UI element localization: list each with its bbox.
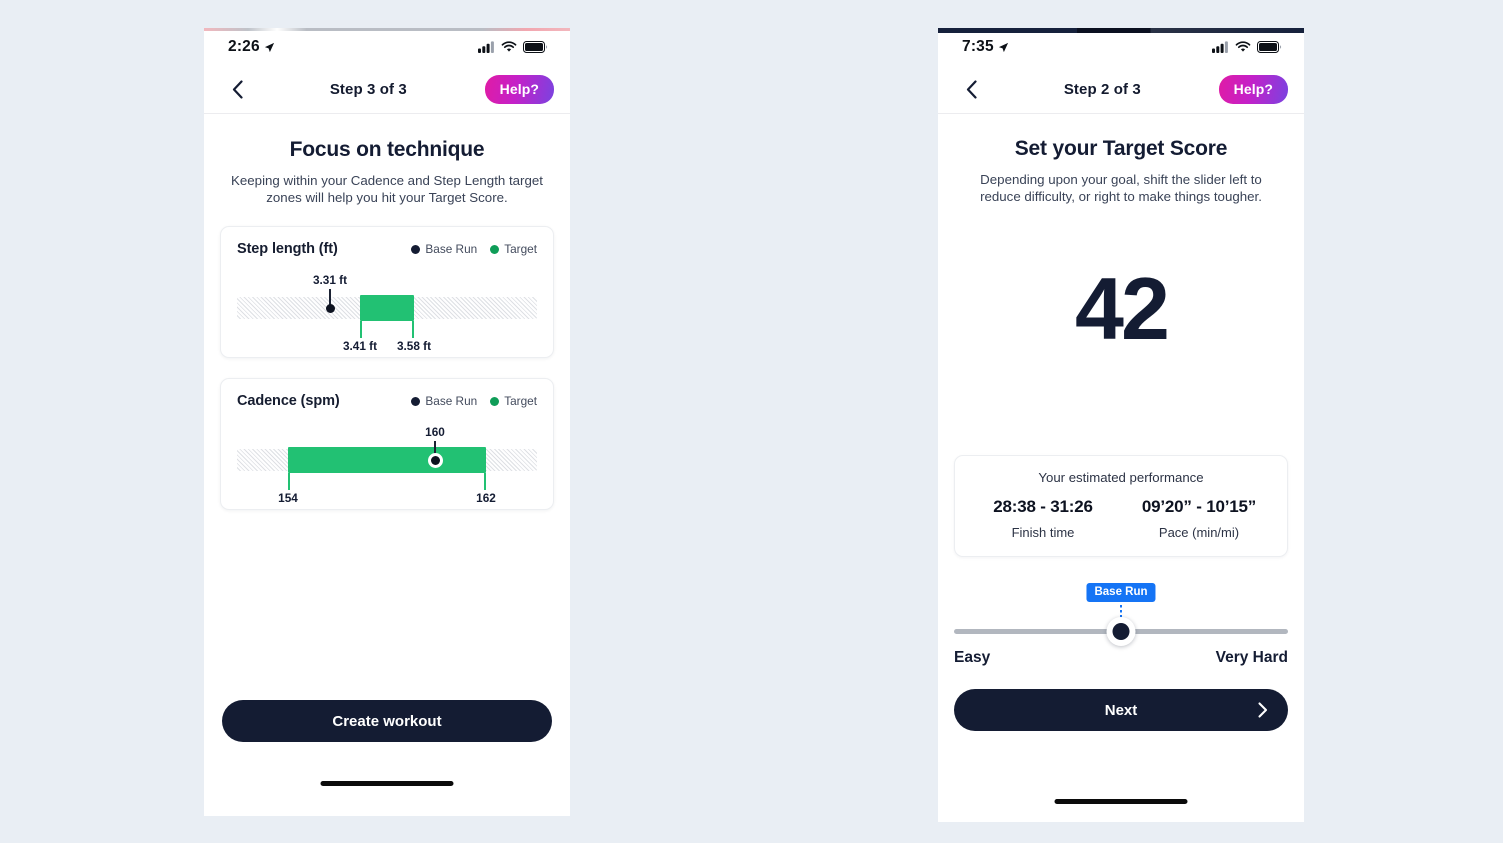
back-button[interactable] bbox=[956, 75, 986, 105]
chevron-left-icon bbox=[232, 80, 243, 99]
page-subtitle: Depending upon your goal, shift the slid… bbox=[980, 172, 1262, 204]
pace-label: Pace (min/mi) bbox=[1158, 525, 1240, 540]
nav-bar: Step 2 of 3 Help? bbox=[938, 66, 1304, 114]
pace-column: 09’20” - 10’15” Pace (min/mi) bbox=[1121, 497, 1277, 540]
target-range-leg-high bbox=[411, 321, 414, 338]
status-bar-right bbox=[1212, 41, 1282, 53]
help-button[interactable]: Help? bbox=[484, 75, 554, 104]
screen-content: Set your Target Score Depending upon you… bbox=[938, 137, 1304, 731]
status-bar-left: 2:26 bbox=[228, 38, 275, 56]
difficulty-slider[interactable]: Base Run bbox=[954, 583, 1288, 651]
step-length-gauge: 3.31 ft 3.41 ft 3.58 ft bbox=[237, 273, 537, 353]
back-button[interactable] bbox=[222, 75, 252, 105]
phone-screen-step-2: 7:35 Step 2 of 3 Help? Set your Target S… bbox=[938, 28, 1304, 822]
step-indicator: Step 3 of 3 bbox=[329, 81, 407, 98]
target-range-bar bbox=[288, 447, 486, 473]
status-bar: 2:26 bbox=[204, 28, 570, 66]
wifi-icon bbox=[1235, 41, 1251, 52]
page-title: Focus on technique bbox=[289, 138, 485, 161]
home-indicator bbox=[1054, 799, 1188, 804]
target-range-leg-low bbox=[288, 473, 290, 490]
cadence-gauge: 160 154 162 bbox=[237, 425, 537, 505]
legend-item-target: Target bbox=[490, 242, 537, 256]
metric-header: Cadence (spm) Base Run Target bbox=[237, 393, 537, 409]
chevron-left-icon bbox=[966, 80, 977, 99]
screen-content: Focus on technique Keeping within your C… bbox=[204, 138, 570, 510]
target-score-display: 42 bbox=[954, 265, 1288, 353]
step-indicator: Step 2 of 3 bbox=[1063, 81, 1141, 98]
legend-label-base-run: Base Run bbox=[425, 242, 478, 256]
legend-dot-base-run bbox=[411, 396, 421, 406]
base-run-marker bbox=[430, 456, 440, 465]
legend-item-base-run: Base Run bbox=[411, 242, 477, 256]
legend-label-target: Target bbox=[504, 394, 537, 408]
phone-screen-step-3: 2:26 Step 3 of 3 Help? Focus on techniqu… bbox=[204, 28, 570, 816]
legend-dot-target bbox=[490, 244, 500, 254]
nav-bar: Step 3 of 3 Help? bbox=[204, 66, 570, 114]
slider-end-labels: Easy Very Hard bbox=[954, 649, 1288, 667]
location-arrow-icon bbox=[998, 42, 1008, 52]
legend-item-target: Target bbox=[490, 394, 537, 408]
slider-thumb[interactable] bbox=[1106, 617, 1136, 646]
finish-time-label: Finish time bbox=[1011, 525, 1075, 540]
pace-value: 09’20” - 10’15” bbox=[1141, 497, 1257, 516]
target-score-value: 42 bbox=[1075, 259, 1170, 358]
page-subtitle: Keeping within your Cadence and Step Len… bbox=[231, 173, 543, 205]
metric-title: Cadence (spm) bbox=[237, 393, 340, 409]
metric-title: Step length (ft) bbox=[237, 241, 338, 257]
create-workout-button[interactable]: Create workout bbox=[222, 700, 552, 742]
base-run-badge: Base Run bbox=[1086, 583, 1156, 602]
next-label: Next bbox=[1104, 701, 1138, 719]
legend-dot-target bbox=[490, 396, 500, 406]
target-high-label: 162 bbox=[476, 491, 496, 505]
legend-label-base-run: Base Run bbox=[425, 394, 478, 408]
status-bar-left: 7:35 bbox=[962, 38, 1009, 56]
slider-label-very-hard: Very Hard bbox=[1215, 649, 1288, 666]
estimated-performance-card: Your estimated performance 28:38 - 31:26… bbox=[954, 455, 1288, 557]
cellular-bars-icon bbox=[478, 41, 494, 53]
wifi-icon bbox=[501, 41, 517, 52]
chevron-right-icon bbox=[1258, 702, 1268, 718]
status-bar: 7:35 bbox=[938, 28, 1304, 66]
base-run-value-label: 3.31 ft bbox=[312, 273, 348, 287]
target-range-bar bbox=[360, 295, 414, 321]
target-high-label: 3.58 ft bbox=[396, 339, 432, 353]
legend-label-target: Target bbox=[504, 242, 537, 256]
target-low-label: 3.41 ft bbox=[342, 339, 378, 353]
status-bar-right bbox=[478, 41, 548, 53]
target-range-leg-low bbox=[360, 321, 362, 338]
metric-card-cadence: Cadence (spm) Base Run Target 160 154 16… bbox=[220, 378, 554, 510]
base-run-value-label: 160 bbox=[425, 425, 445, 439]
base-run-marker bbox=[325, 304, 335, 313]
slider-thumb-inner bbox=[1112, 623, 1130, 640]
create-workout-label: Create workout bbox=[332, 712, 442, 730]
target-low-label: 154 bbox=[278, 491, 298, 505]
location-arrow-icon bbox=[264, 42, 274, 52]
status-time: 7:35 bbox=[962, 38, 994, 55]
target-range-leg-high bbox=[484, 473, 486, 490]
finish-time-column: 28:38 - 31:26 Finish time bbox=[965, 497, 1121, 540]
legend-dot-base-run bbox=[411, 244, 421, 254]
home-indicator bbox=[320, 781, 454, 786]
metric-header: Step length (ft) Base Run Target bbox=[237, 241, 537, 257]
page-title: Set your Target Score bbox=[1014, 137, 1228, 160]
chart-legend: Base Run Target bbox=[411, 394, 537, 408]
metric-card-step-length: Step length (ft) Base Run Target 3.31 ft… bbox=[220, 226, 554, 358]
legend-item-base-run: Base Run bbox=[411, 394, 477, 408]
battery-full-icon bbox=[523, 41, 548, 53]
help-button[interactable]: Help? bbox=[1218, 75, 1288, 104]
cellular-bars-icon bbox=[1212, 41, 1228, 53]
finish-time-value: 28:38 - 31:26 bbox=[993, 497, 1093, 516]
battery-full-icon bbox=[1257, 41, 1282, 53]
performance-columns: 28:38 - 31:26 Finish time 09’20” - 10’15… bbox=[965, 497, 1277, 540]
performance-caption: Your estimated performance bbox=[1038, 470, 1204, 485]
slider-label-easy: Easy bbox=[954, 649, 991, 666]
next-button[interactable]: Next bbox=[954, 689, 1288, 731]
chart-legend: Base Run Target bbox=[411, 242, 537, 256]
status-time: 2:26 bbox=[228, 38, 260, 55]
screenshot-stage: 2:26 Step 3 of 3 Help? Focus on techniqu… bbox=[0, 0, 1503, 843]
